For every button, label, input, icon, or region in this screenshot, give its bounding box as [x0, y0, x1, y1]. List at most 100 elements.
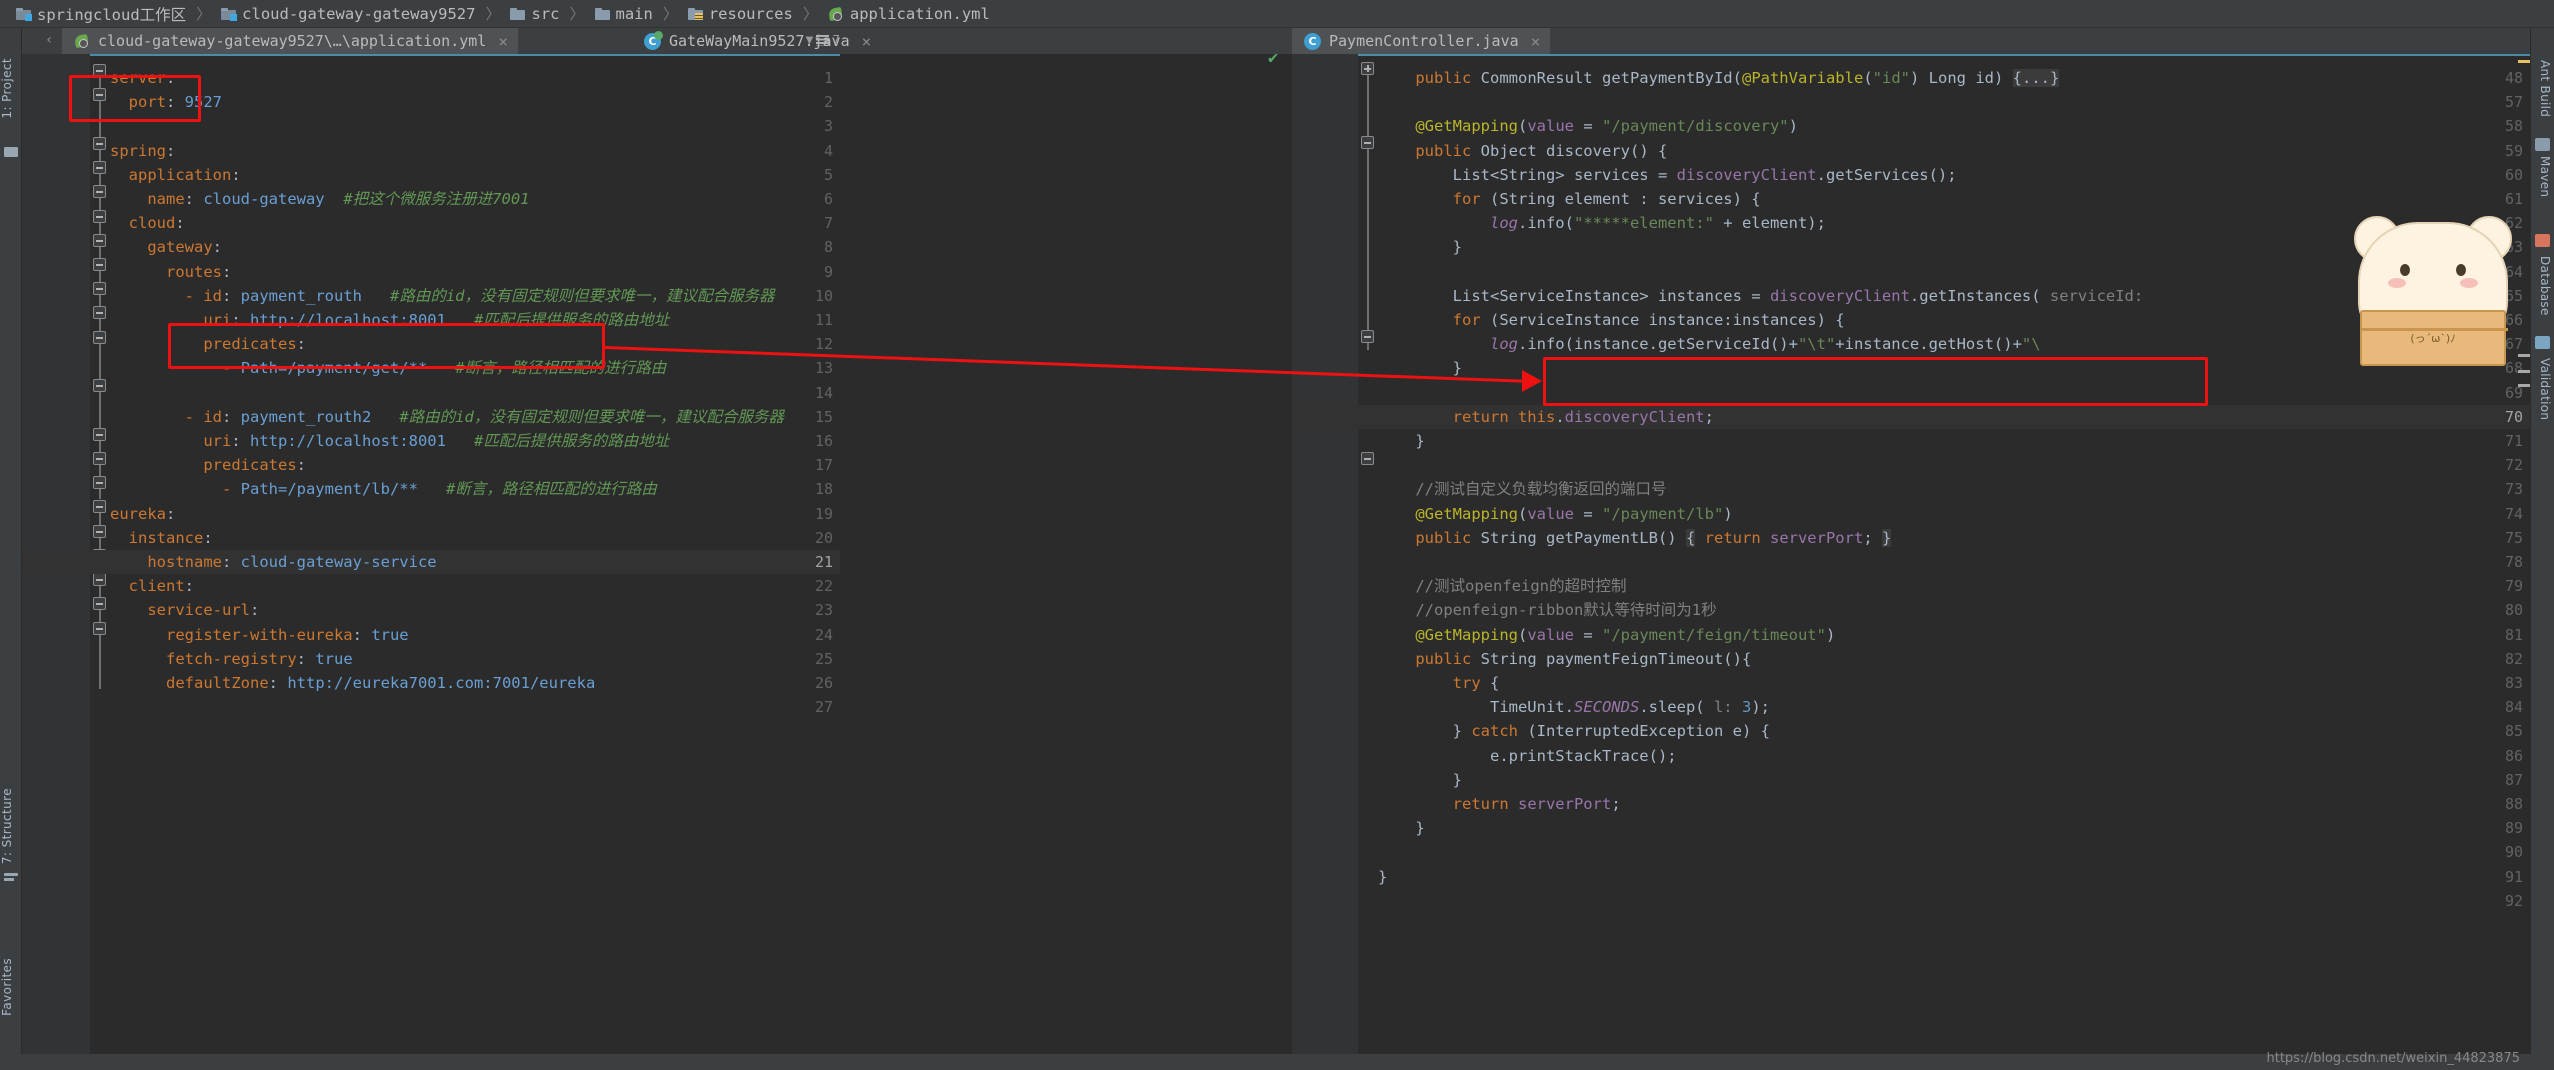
code-line[interactable]: application:: [110, 163, 241, 187]
fold-toggle-icon[interactable]: [93, 185, 106, 198]
code-line[interactable]: return serverPort;: [1378, 792, 1621, 816]
code-line[interactable]: return this.discoveryClient;: [1378, 405, 1714, 429]
code-line[interactable]: register-with-eureka: true: [110, 623, 409, 647]
sidebar-item-favorites[interactable]: Favorites: [0, 958, 22, 1016]
sidebar-item-ant-build[interactable]: Ant Build: [2532, 60, 2552, 117]
fold-toggle-icon[interactable]: [93, 379, 106, 392]
gutter-java[interactable]: [1292, 54, 1358, 1070]
editor-pane-yaml[interactable]: 1 2 3 4 5 6 7 8 9 10 11 12 13 14 15 16 17 18 19 20 21 22 23 24 2…: [22, 54, 840, 1070]
tab-application-yml[interactable]: cloud-gateway-gateway9527\…\application.…: [62, 28, 518, 54]
fold-toggle-icon[interactable]: [93, 331, 106, 344]
close-icon[interactable]: ×: [862, 32, 872, 51]
code-line[interactable]: predicates:: [110, 332, 306, 356]
code-line[interactable]: predicates:: [110, 453, 306, 477]
code-line[interactable]: }: [1378, 816, 1424, 840]
fold-toggle-icon[interactable]: [93, 597, 106, 610]
code-line[interactable]: }: [1378, 235, 1462, 259]
close-icon[interactable]: ×: [1531, 32, 1541, 51]
inspection-stripe[interactable]: [2518, 384, 2530, 387]
fold-toggle-icon[interactable]: [93, 161, 106, 174]
editor-pane-java[interactable]: 48 57 58 59 60 61 62 63 64 65 66 67 68 69 70 71 72 73 74 75…: [1292, 54, 2530, 1070]
breadcrumb-item-project[interactable]: springcloud工作区: [12, 3, 190, 25]
code-line[interactable]: instance:: [110, 526, 213, 550]
code-line[interactable]: public Object discovery() {: [1378, 139, 1667, 163]
close-icon[interactable]: ×: [498, 32, 508, 51]
inspection-stripe[interactable]: [2518, 60, 2530, 63]
fold-column-java[interactable]: [1358, 54, 1378, 1070]
code-line[interactable]: client:: [110, 574, 194, 598]
code-line[interactable]: for (ServiceInstance instance:instances)…: [1378, 308, 1845, 332]
fold-toggle-icon[interactable]: [93, 282, 106, 295]
fold-toggle-icon[interactable]: [93, 525, 106, 538]
code-line[interactable]: //openfeign-ribbon默认等待时间为1秒: [1378, 598, 1716, 622]
code-line[interactable]: - Path=/payment/lb/** #断言，路径相匹配的进行路由: [110, 477, 657, 501]
code-line[interactable]: @GetMapping(value = "/payment/lb"): [1378, 502, 1732, 526]
code-line[interactable]: cloud:: [110, 211, 185, 235]
code-line[interactable]: for (String element : services) {: [1378, 187, 1761, 211]
sidebar-item-maven[interactable]: Maven: [2532, 156, 2552, 197]
breadcrumb-item-module[interactable]: cloud-gateway-gateway9527: [217, 5, 479, 23]
fold-toggle-icon[interactable]: [93, 573, 106, 586]
fold-toggle-icon[interactable]: [93, 258, 106, 271]
code-line[interactable]: @GetMapping(value = "/payment/discovery"…: [1378, 114, 1798, 138]
tab-gatewaymain9527-java[interactable]: C GateWayMain9527.java ×: [632, 28, 881, 54]
code-line[interactable]: List<String> services = discoveryClient.…: [1378, 163, 1957, 187]
breadcrumb-item-resources[interactable]: resources: [684, 5, 797, 23]
sidebar-item-project[interactable]: 1: Project: [0, 58, 22, 119]
code-line[interactable]: fetch-registry: true: [110, 647, 353, 671]
tab-paymencontroller-java[interactable]: C PaymenController.java ×: [1292, 28, 1551, 54]
fold-toggle-icon[interactable]: [93, 210, 106, 223]
code-line[interactable]: public String paymentFeignTimeout(){: [1378, 647, 1751, 671]
code-line[interactable]: @GetMapping(value = "/payment/feign/time…: [1378, 623, 1835, 647]
fold-toggle-icon[interactable]: [93, 452, 106, 465]
code-line[interactable]: service-url:: [110, 598, 259, 622]
fold-toggle-icon[interactable]: [1361, 330, 1374, 343]
code-line[interactable]: - id: payment_routh2 #路由的id，没有固定规则但要求唯一，…: [110, 405, 784, 429]
code-line[interactable]: spring:: [110, 139, 175, 163]
fold-toggle-icon[interactable]: [93, 88, 106, 101]
code-line[interactable]: gateway:: [110, 235, 222, 259]
code-line[interactable]: public CommonResult getPaymentById(@Path…: [1378, 66, 2060, 90]
fold-toggle-icon[interactable]: [93, 476, 106, 489]
code-line[interactable]: uri: http://localhost:8001 #匹配后提供服务的路由地址: [110, 308, 669, 332]
breadcrumb-item-main[interactable]: main: [591, 5, 657, 23]
code-line[interactable]: defaultZone: http://eureka7001.com:7001/…: [110, 671, 595, 695]
code-line[interactable]: } catch (InterruptedException e) {: [1378, 719, 1770, 743]
code-line[interactable]: try {: [1378, 671, 1500, 695]
code-line[interactable]: uri: http://localhost:8001 #匹配后提供服务的路由地址: [110, 429, 669, 453]
code-line[interactable]: }: [1378, 865, 1387, 889]
code-line[interactable]: }: [1378, 768, 1462, 792]
code-line[interactable]: e.printStackTrace();: [1378, 744, 1677, 768]
code-line[interactable]: //测试自定义负载均衡返回的端口号: [1378, 477, 1666, 501]
fold-toggle-icon[interactable]: [93, 500, 106, 513]
code-line[interactable]: }: [1378, 429, 1424, 453]
code-line[interactable]: - id: payment_routh #路由的id，没有固定规则但要求唯一，建…: [110, 284, 775, 308]
sidebar-item-structure[interactable]: 7: Structure: [0, 788, 22, 864]
code-line[interactable]: port: 9527: [110, 90, 222, 114]
fold-toggle-icon[interactable]: [93, 64, 106, 77]
fold-toggle-icon[interactable]: [1361, 452, 1374, 465]
breadcrumb-item-file[interactable]: application.yml: [824, 5, 994, 23]
sidebar-item-validation[interactable]: Validation: [2532, 358, 2552, 420]
fold-toggle-icon[interactable]: [93, 234, 106, 247]
code-line[interactable]: TimeUnit.SECONDS.sleep( l: 3);: [1378, 695, 1770, 719]
fold-toggle-icon[interactable]: [93, 428, 106, 441]
breadcrumb-item-src[interactable]: src: [506, 5, 563, 23]
fold-toggle-icon[interactable]: [93, 137, 106, 150]
code-line[interactable]: //测试openfeign的超时控制: [1378, 574, 1626, 598]
code-line[interactable]: server:: [110, 66, 175, 90]
code-line[interactable]: routes:: [110, 260, 231, 284]
scroll-tabs-left-icon[interactable]: ‹: [45, 32, 53, 48]
code-line[interactable]: name: cloud-gateway #把这个微服务注册进7001: [110, 187, 529, 211]
fold-toggle-icon[interactable]: [93, 306, 106, 319]
code-line[interactable]: hostname: cloud-gateway-service: [110, 550, 436, 574]
code-line[interactable]: public String getPaymentLB() { return se…: [1378, 526, 1892, 550]
fold-toggle-icon[interactable]: [93, 622, 106, 635]
code-line[interactable]: - Path=/payment/get/** #断言，路径相匹配的进行路由: [110, 356, 666, 380]
fold-toggle-icon[interactable]: [1361, 136, 1374, 149]
tab-line-count-badge[interactable]: ▼ 7: [806, 33, 840, 47]
code-line[interactable]: log.info(instance.getServiceId()+"\t"+in…: [1378, 332, 2041, 356]
code-line[interactable]: log.info("*****element:" + element);: [1378, 211, 1826, 235]
code-line[interactable]: eureka:: [110, 502, 175, 526]
fold-expand-icon[interactable]: [1361, 62, 1374, 75]
